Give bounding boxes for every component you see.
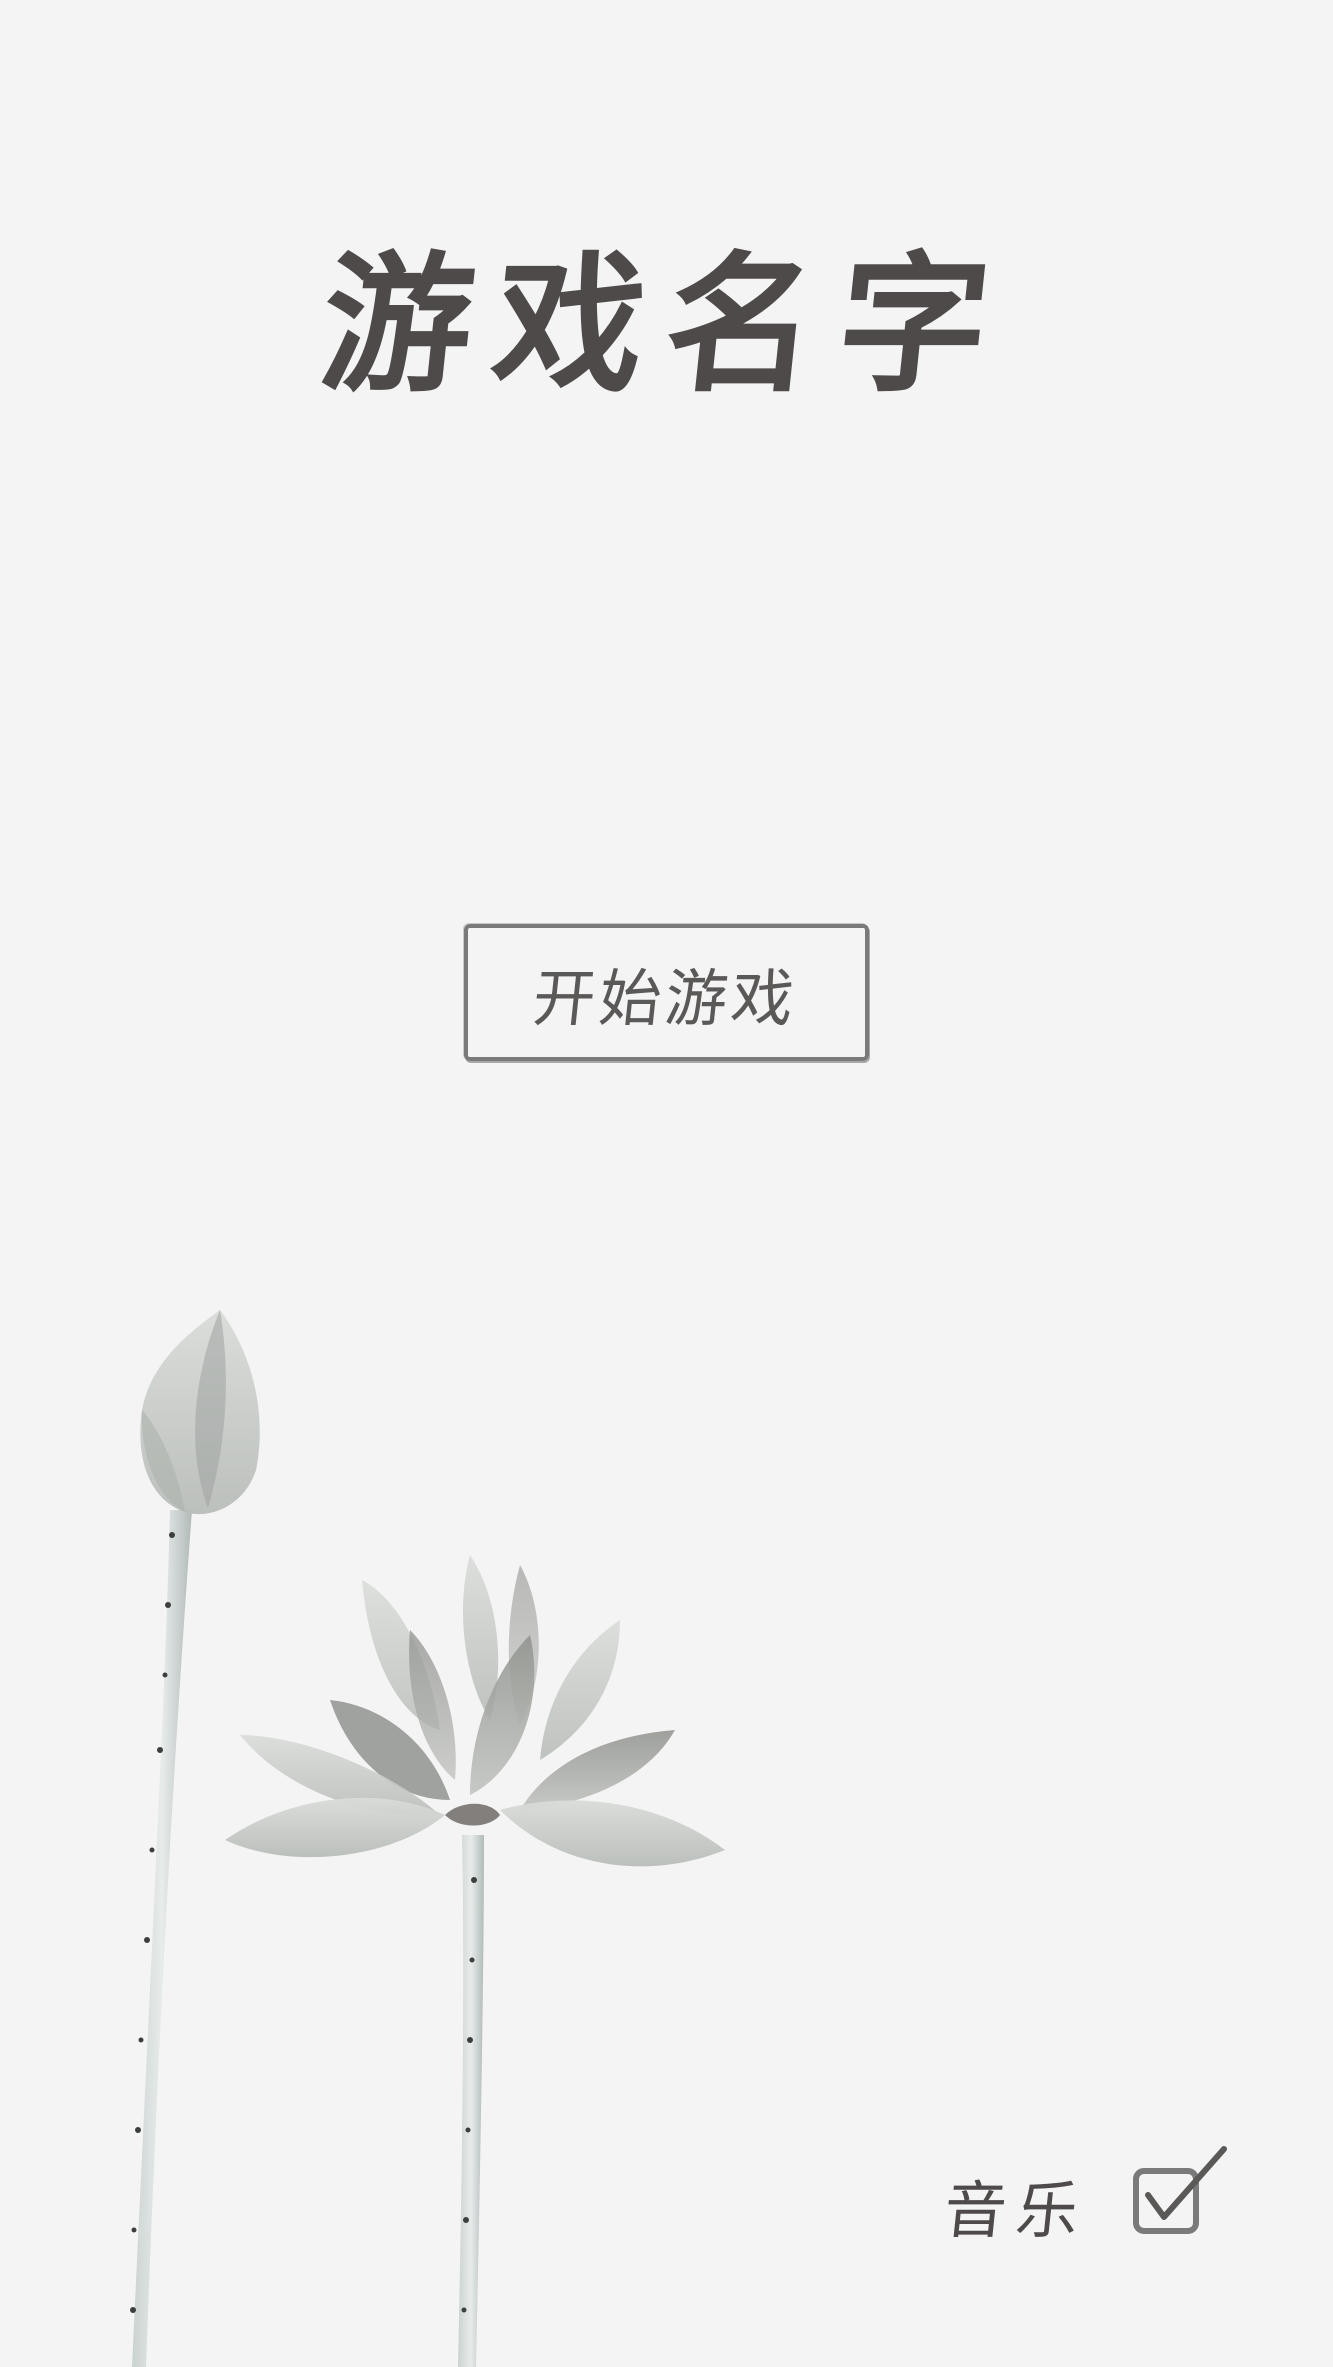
start-game-button[interactable]: 开始游戏 <box>464 924 869 1061</box>
start-game-label: 开始游戏 <box>530 961 802 1035</box>
checkbox-checked-icon <box>1133 2146 1227 2234</box>
lotus-ink-painting-icon <box>130 1310 725 2367</box>
game-title: 游戏名字 <box>313 237 1020 413</box>
music-label: 音乐 <box>940 2174 1093 2247</box>
main-menu-screen: 游戏名字 开始游戏 音乐 <box>0 0 1333 2367</box>
music-checkbox[interactable] <box>1132 2145 1232 2245</box>
